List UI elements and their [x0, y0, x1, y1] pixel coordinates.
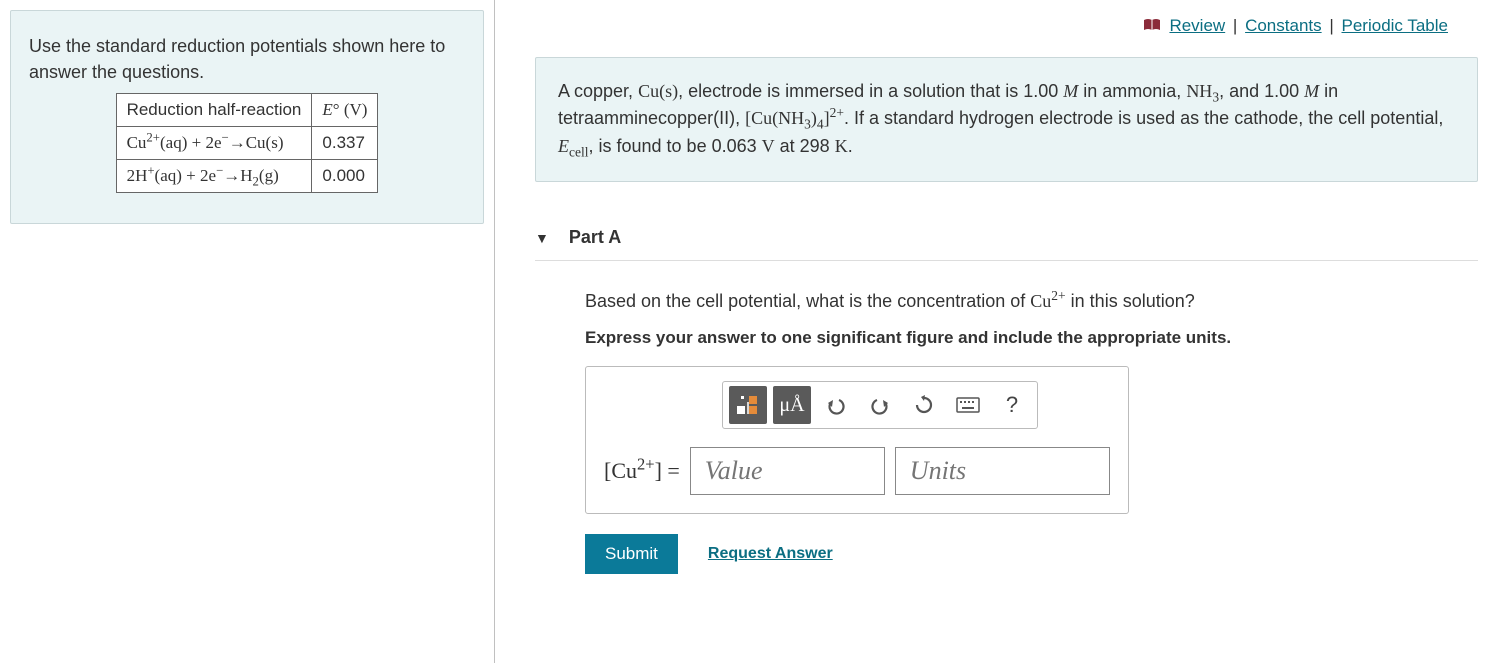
redo-button[interactable]: [861, 386, 899, 424]
table-header-reaction: Reduction half-reaction: [116, 94, 312, 127]
units-symbols-button[interactable]: μÅ: [773, 386, 811, 424]
help-button[interactable]: ?: [993, 386, 1031, 424]
problem-statement: A copper, Cu(s), electrode is immersed i…: [535, 57, 1478, 183]
templates-button[interactable]: [729, 386, 767, 424]
value-input[interactable]: [690, 447, 885, 495]
reduction-potentials-table: Reduction half-reaction E° (V) Cu2+(aq) …: [116, 93, 379, 193]
top-links: Review | Constants | Periodic Table: [535, 10, 1478, 57]
request-answer-link[interactable]: Request Answer: [708, 545, 833, 563]
input-toolbar: μÅ ?: [722, 381, 1038, 429]
e-value-cell: 0.337: [312, 127, 378, 160]
caret-down-icon: ▼: [535, 230, 549, 246]
question-text: Based on the cell potential, what is the…: [585, 291, 1468, 312]
variable-label: [Cu2+] =: [604, 458, 680, 484]
undo-button[interactable]: [817, 386, 855, 424]
part-header[interactable]: ▼ Part A: [535, 217, 1478, 261]
left-intro-text: Use the standard reduction potentials sh…: [29, 33, 465, 85]
reaction-cell: Cu2+(aq) + 2e−→Cu(s): [116, 127, 312, 160]
table-row: Cu2+(aq) + 2e−→Cu(s) 0.337: [116, 127, 378, 160]
answer-box: μÅ ? [Cu2+: [585, 366, 1129, 514]
left-info-box: Use the standard reduction potentials sh…: [10, 10, 484, 224]
book-icon: [1143, 17, 1161, 37]
table-header-e: E° (V): [312, 94, 378, 127]
periodic-table-link[interactable]: Periodic Table: [1342, 16, 1448, 35]
submit-button[interactable]: Submit: [585, 534, 678, 574]
review-link[interactable]: Review: [1169, 16, 1225, 35]
reset-button[interactable]: [905, 386, 943, 424]
constants-link[interactable]: Constants: [1245, 16, 1322, 35]
reaction-cell: 2H+(aq) + 2e−→H2(g): [116, 160, 312, 193]
units-input[interactable]: [895, 447, 1110, 495]
table-row: 2H+(aq) + 2e−→H2(g) 0.000: [116, 160, 378, 193]
question-instruction: Express your answer to one significant f…: [585, 328, 1468, 348]
e-value-cell: 0.000: [312, 160, 378, 193]
keyboard-button[interactable]: [949, 386, 987, 424]
part-label: Part A: [569, 227, 621, 248]
